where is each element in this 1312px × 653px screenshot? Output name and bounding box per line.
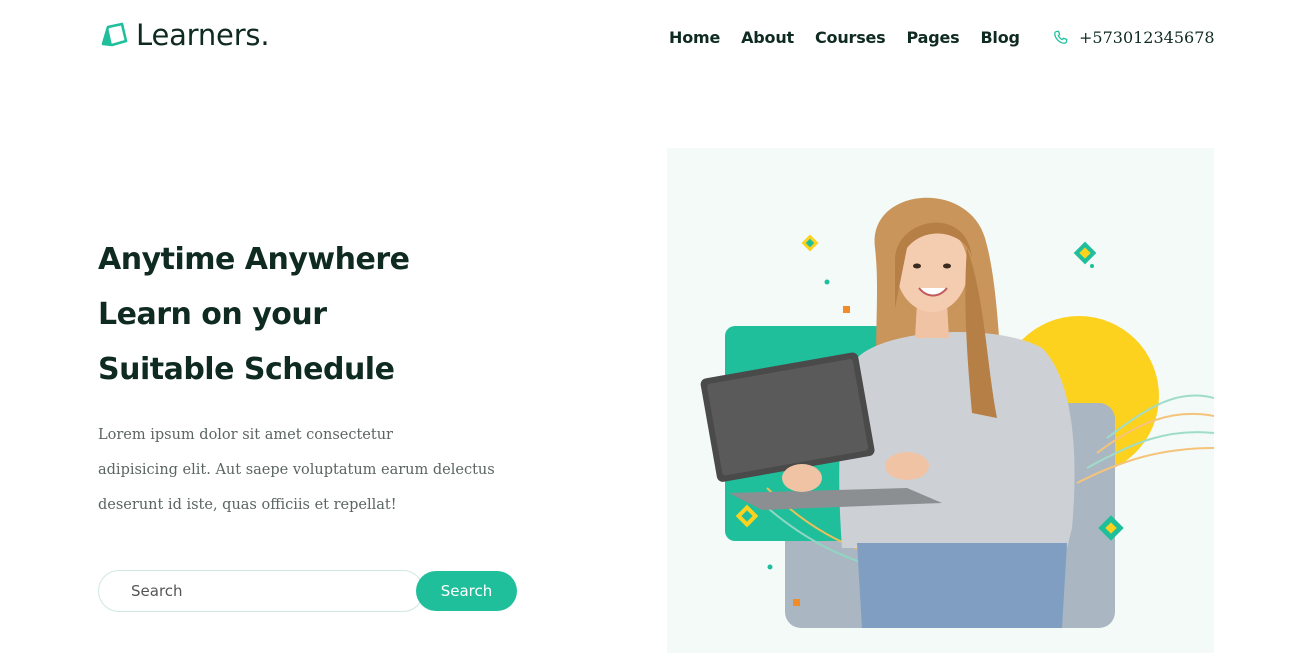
hero-title: Anytime Anywhere Learn on your Suitable … bbox=[98, 232, 538, 397]
nav-item-courses[interactable]: Courses bbox=[815, 28, 886, 47]
brand-name: Learners. bbox=[136, 18, 270, 52]
hero-description-line: deserunt id iste, quas officiis et repel… bbox=[98, 497, 397, 513]
nav-item-pages[interactable]: Pages bbox=[907, 28, 960, 47]
nav-item-about[interactable]: About bbox=[741, 28, 794, 47]
search-button[interactable]: Search bbox=[416, 571, 517, 611]
hero-title-line: Anytime Anywhere bbox=[98, 242, 410, 277]
search-form: Search bbox=[98, 570, 518, 612]
phone-contact[interactable]: +573012345678 bbox=[1052, 28, 1215, 47]
hero-title-line: Suitable Schedule bbox=[98, 352, 395, 387]
phone-icon bbox=[1054, 30, 1068, 44]
nav-item-blog[interactable]: Blog bbox=[980, 28, 1020, 47]
main-nav: Home About Courses Pages Blog bbox=[669, 28, 1020, 47]
book-logo-icon bbox=[101, 22, 128, 47]
hero-description: Lorem ipsum dolor sit amet consectetur a… bbox=[98, 418, 518, 523]
hero-description-line: adipisicing elit. Aut saepe voluptatum e… bbox=[98, 462, 495, 478]
student-with-laptop-illustration bbox=[700, 197, 1214, 628]
phone-number: +573012345678 bbox=[1079, 28, 1215, 47]
nav-item-home[interactable]: Home bbox=[669, 28, 720, 47]
search-input[interactable] bbox=[98, 570, 424, 612]
hero-title-line: Learn on your bbox=[98, 297, 327, 332]
hero-image bbox=[667, 148, 1214, 653]
brand-logo[interactable]: Learners. bbox=[100, 18, 270, 52]
hero-description-line: Lorem ipsum dolor sit amet consectetur bbox=[98, 427, 393, 443]
